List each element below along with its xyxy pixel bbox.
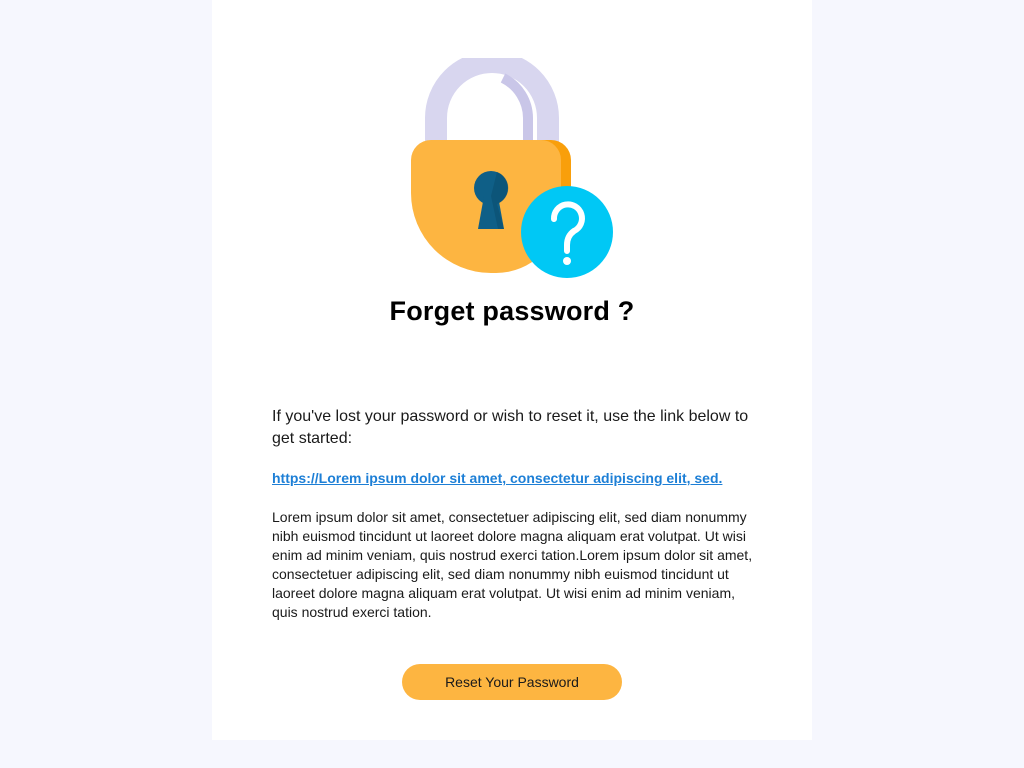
email-card: Forget password ? If you've lost your pa… bbox=[212, 0, 812, 740]
intro-text: If you've lost your password or wish to … bbox=[272, 408, 749, 447]
reset-link[interactable]: https://Lorem ipsum dolor sit amet, cons… bbox=[272, 468, 756, 488]
padlock-question-icon bbox=[411, 58, 613, 278]
body-text: Lorem ipsum dolor sit amet, consectetuer… bbox=[272, 509, 753, 620]
message-content: If you've lost your password or wish to … bbox=[272, 406, 756, 622]
reset-password-button[interactable]: Reset Your Password bbox=[402, 664, 622, 700]
page-title: Forget password ? bbox=[389, 296, 635, 326]
